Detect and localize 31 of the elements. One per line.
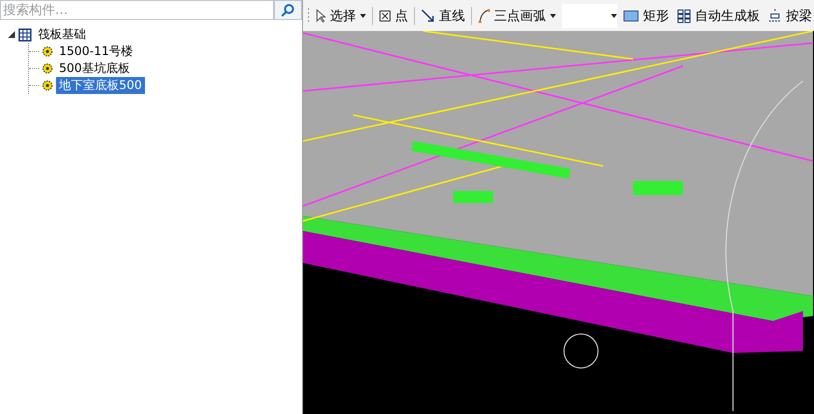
search-button[interactable] [274, 0, 302, 20]
rectangle-icon [623, 10, 639, 22]
toolbar-button[interactable]: 选择 [314, 6, 368, 24]
tree-item[interactable]: 地下室底板500 [56, 77, 145, 94]
expanded-triangle-icon[interactable] [8, 31, 15, 38]
gear-icon [42, 46, 53, 57]
toolbar-button[interactable]: 按梁 [766, 6, 814, 24]
toolbar-button[interactable]: 直线 [419, 6, 467, 24]
grid-icon [677, 8, 691, 22]
arc-icon [478, 8, 490, 22]
caret-icon [611, 14, 617, 18]
gear-icon [42, 63, 53, 74]
tree-item[interactable]: 500基坑底板 [56, 60, 133, 77]
toolbar-button[interactable]: 三点画弧 [476, 6, 558, 24]
toolbar-button[interactable]: 自动生成板 [675, 6, 762, 24]
toolbar-button[interactable]: 矩形 [621, 6, 671, 24]
grid-icon [18, 28, 32, 42]
line-arrow-icon [421, 8, 435, 22]
search-icon [281, 3, 295, 17]
cursor-icon [316, 8, 326, 22]
tree-item[interactable]: 1500-11号楼 [56, 43, 136, 60]
tree-item[interactable]: 筏板基础 [35, 26, 89, 43]
beam-icon [768, 8, 782, 22]
toolbar-button[interactable]: 点 [377, 6, 410, 24]
point-icon [379, 10, 391, 22]
caret-icon [360, 14, 366, 18]
toolbar-grip-icon [307, 8, 310, 24]
dropdown-field[interactable] [562, 4, 617, 28]
caret-icon [550, 14, 556, 18]
gear-icon [42, 80, 53, 91]
search-field[interactable]: 搜索构件… [0, 0, 274, 20]
